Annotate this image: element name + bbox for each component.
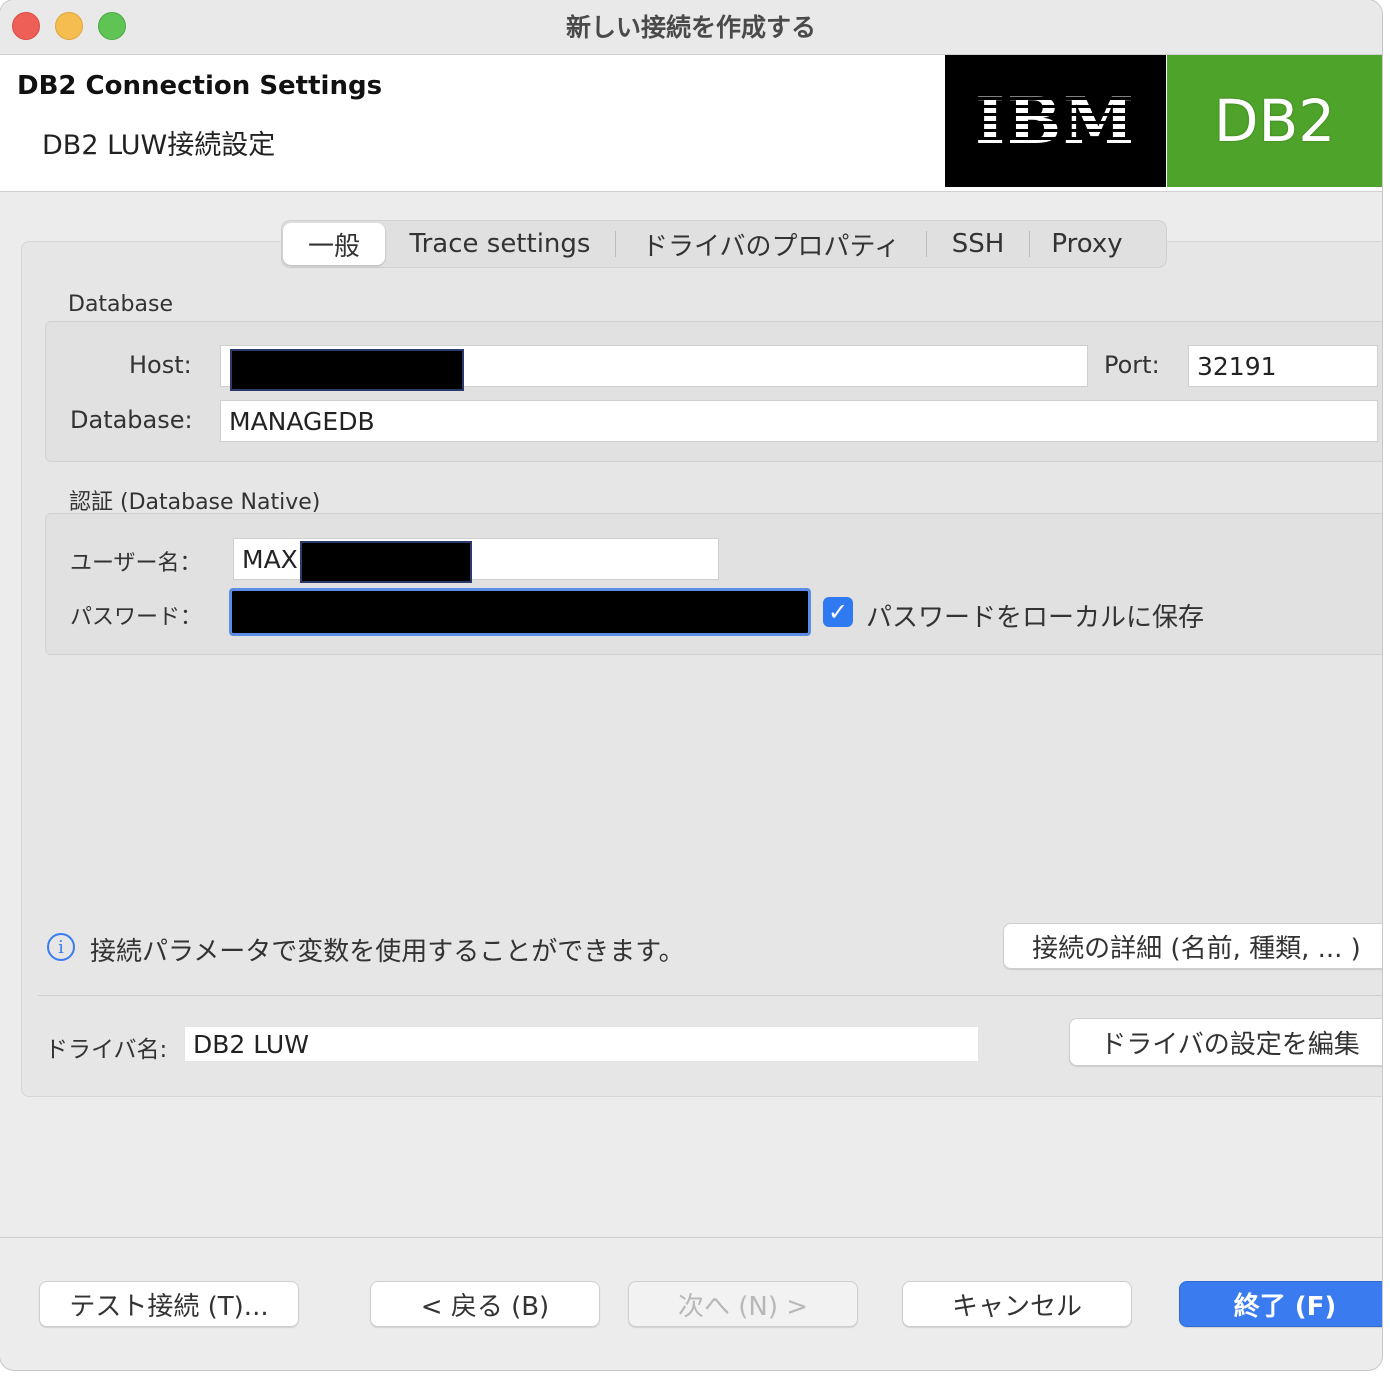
port-label: Port: <box>1104 351 1160 379</box>
tab-bar: 一般 Trace settings ドライバのプロパティ SSH Proxy <box>281 220 1167 268</box>
save-password-checkbox[interactable]: ✓ <box>823 597 853 627</box>
connection-details-button[interactable]: 接続の詳細 (名前, 種類, ... ) <box>1003 923 1382 969</box>
tab-general[interactable]: 一般 <box>283 223 385 265</box>
window-title: 新しい接続を作成する <box>565 13 816 42</box>
driver-name-label: ドライバ名: <box>45 1037 168 1063</box>
redacted-host <box>230 349 464 391</box>
tab-ssh[interactable]: SSH <box>927 222 1029 266</box>
info-icon: i <box>47 933 75 961</box>
tab-trace-settings[interactable]: Trace settings <box>385 222 615 266</box>
password-label: パスワード： <box>70 605 203 630</box>
host-label: Host: <box>129 351 192 379</box>
title-bar: 新しい接続を作成する <box>0 0 1382 55</box>
finish-button[interactable]: 終了 (F) <box>1179 1281 1382 1327</box>
tab-proxy[interactable]: Proxy <box>1030 222 1144 266</box>
edit-driver-settings-button[interactable]: ドライバの設定を編集 <box>1069 1018 1382 1066</box>
page-title: DB2 Connection Settings <box>17 71 383 101</box>
next-button[interactable]: 次へ (N) > <box>628 1281 858 1327</box>
auth-group-label: 認証 (Database Native) <box>69 490 321 515</box>
database-group-label: Database <box>68 292 173 317</box>
cancel-button[interactable]: キャンセル <box>902 1281 1132 1327</box>
info-text: 接続パラメータで変数を使用することができます。 <box>90 937 685 967</box>
save-password-label: パスワードをローカルに保存 <box>866 603 1205 633</box>
port-input[interactable]: 32191 <box>1188 345 1378 387</box>
back-button[interactable]: < 戻る (B) <box>370 1281 600 1327</box>
password-input[interactable] <box>229 588 811 636</box>
db2-logo: DB2 <box>1167 55 1382 187</box>
divider <box>38 995 1382 996</box>
header-banner: DB2 Connection Settings DB2 LUW接続設定 IBM … <box>0 55 1382 192</box>
test-connection-button[interactable]: テスト接続 (T)... <box>39 1281 299 1327</box>
database-label: Database: <box>70 406 193 434</box>
username-label: ユーザー名： <box>70 551 202 576</box>
dialog-window: 新しい接続を作成する DB2 Connection Settings DB2 L… <box>0 0 1382 1370</box>
tab-driver-properties[interactable]: ドライバのプロパティ <box>616 222 926 266</box>
database-input[interactable]: MANAGEDB <box>220 400 1378 442</box>
redacted-username <box>300 541 472 583</box>
driver-name-field: DB2 LUW <box>184 1026 979 1062</box>
page-subtitle: DB2 LUW接続設定 <box>42 130 276 161</box>
ibm-logo: IBM <box>945 55 1166 187</box>
footer-divider <box>0 1237 1382 1238</box>
